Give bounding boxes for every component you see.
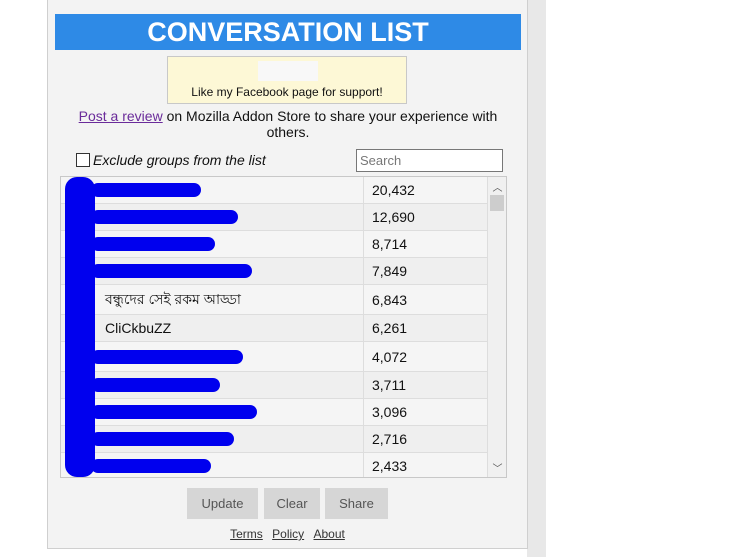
redaction-mark: [91, 349, 243, 364]
message-count: 4,072: [363, 342, 407, 371]
exclude-groups-label: Exclude groups from the list: [93, 152, 266, 168]
table-row[interactable]: 3,096: [61, 399, 487, 426]
terms-link[interactable]: Terms: [230, 527, 263, 541]
redaction-mark: [91, 183, 201, 197]
redaction-mark: [91, 210, 238, 224]
update-button[interactable]: Update: [187, 488, 258, 519]
policy-link[interactable]: Policy: [272, 527, 304, 541]
message-count: 8,714: [363, 231, 407, 257]
table-row[interactable]: 3,711: [61, 372, 487, 399]
message-count: 6,843: [363, 285, 407, 314]
table-row[interactable]: 12,690: [61, 204, 487, 231]
message-count: 3,711: [363, 372, 406, 398]
table-row[interactable]: 2,433: [61, 453, 487, 477]
about-link[interactable]: About: [314, 527, 345, 541]
redaction-mark: [65, 177, 95, 477]
facebook-banner[interactable]: Like my Facebook page for support!: [167, 56, 407, 104]
exclude-groups-option[interactable]: Exclude groups from the list: [76, 152, 266, 168]
scrollbar-thumb[interactable]: [490, 195, 504, 211]
clear-button[interactable]: Clear: [264, 488, 320, 519]
review-message: Post a review on Mozilla Addon Store to …: [68, 108, 508, 140]
message-count: 7,849: [363, 258, 407, 284]
redaction-mark: [91, 459, 211, 473]
conversation-name: CliCkbuZZ: [105, 320, 172, 336]
scroll-down-icon[interactable]: ﹀: [488, 460, 506, 475]
facebook-text: Like my Facebook page for support!: [191, 85, 383, 99]
redaction-mark: [91, 405, 257, 419]
message-count: 6,261: [363, 315, 407, 341]
review-text: on Mozilla Addon Store to share your exp…: [162, 108, 498, 140]
exclude-groups-checkbox[interactable]: [76, 153, 90, 167]
table-row[interactable]: 2,716: [61, 426, 487, 453]
post-review-link[interactable]: Post a review: [79, 108, 163, 124]
message-count: 3,096: [363, 399, 407, 425]
footer-links: Terms Policy About: [48, 527, 527, 541]
search-input[interactable]: Search: [356, 149, 503, 172]
page-title: CONVERSATION LIST: [55, 14, 521, 50]
table-row[interactable]: CliCkbuZZ 6,261: [61, 315, 487, 342]
message-count: 12,690: [363, 204, 415, 230]
conversation-list-panel: CONVERSATION LIST Like my Facebook page …: [47, 0, 528, 549]
message-count: 2,433: [363, 453, 407, 477]
redaction-mark: [91, 432, 234, 446]
redaction-mark: [91, 237, 215, 251]
window-edge: [527, 0, 546, 557]
conversation-table: 20,432 12,690 8,714 7,849 বন্ধুদের সেই রকম আ…: [60, 176, 507, 478]
table-row[interactable]: বন্ধুদের সেই রকম আড্ডা 6,843: [61, 285, 487, 315]
table-row[interactable]: 8,714: [61, 231, 487, 258]
conversation-name: বন্ধুদের সেই রকম আড্ডা: [105, 290, 241, 307]
table-row[interactable]: 4,072: [61, 342, 487, 372]
redaction-mark: [91, 264, 252, 278]
table-row[interactable]: 20,432: [61, 177, 487, 204]
facebook-like-widget[interactable]: [258, 61, 318, 81]
redaction-mark: [91, 378, 220, 392]
table-row[interactable]: 7,849: [61, 258, 487, 285]
message-count: 2,716: [363, 426, 407, 452]
message-count: 20,432: [363, 177, 415, 203]
scroll-up-icon[interactable]: ︿: [488, 179, 506, 194]
share-button[interactable]: Share: [325, 488, 388, 519]
scrollbar[interactable]: ︿ ﹀: [487, 177, 506, 477]
